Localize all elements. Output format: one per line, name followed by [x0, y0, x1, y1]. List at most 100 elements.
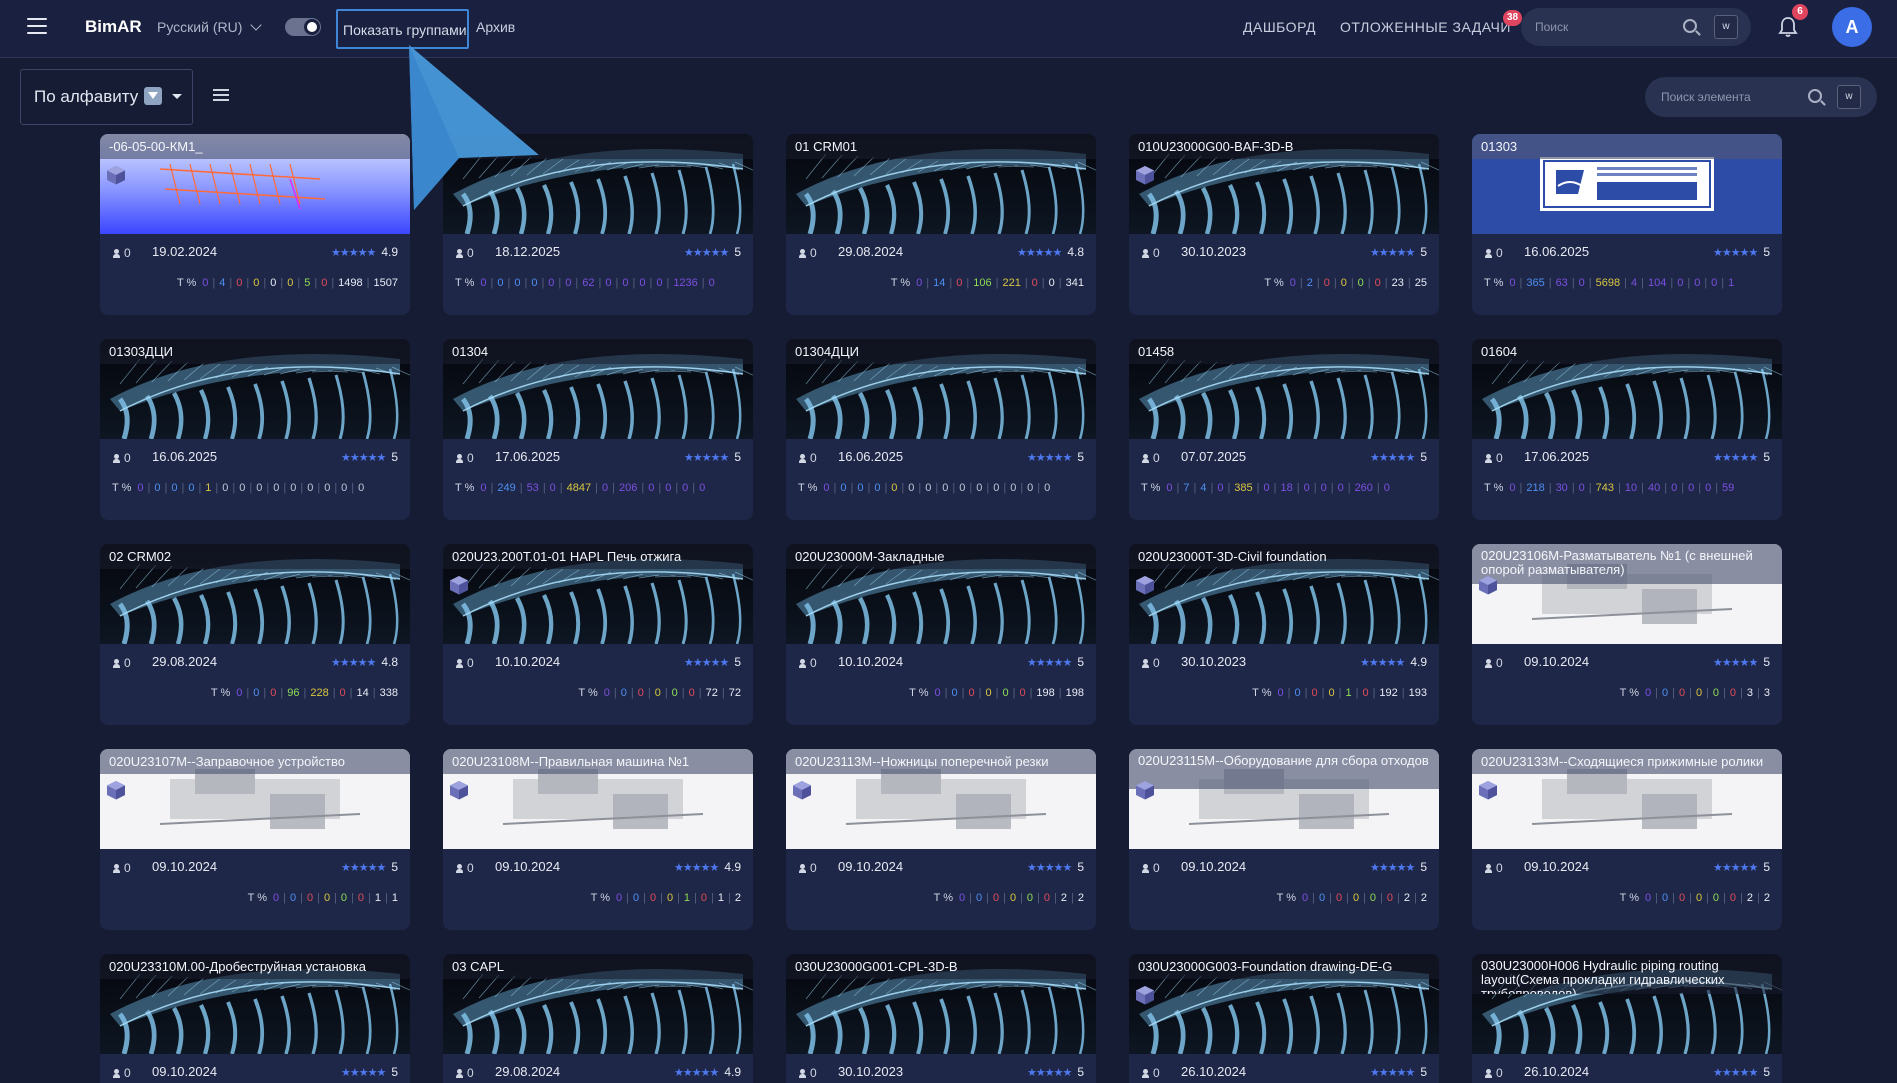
stat-value: 0 — [1335, 892, 1343, 904]
stat-value: 0 — [497, 277, 504, 289]
card-users: 0 — [1485, 246, 1503, 260]
3d-model-icon — [1136, 166, 1154, 185]
language-select[interactable]: Русский (RU) — [157, 19, 263, 35]
star-rating-icon: ★★★★★ — [331, 657, 376, 669]
search-mode-button[interactable]: w — [1714, 15, 1738, 39]
project-card[interactable]: 020U23108M--Правильная машина №1 0 09.10.2… — [443, 749, 753, 930]
stat-value: 0 — [323, 892, 331, 904]
card-date: 16.06.2025 — [838, 449, 904, 464]
stat-value: 0 — [639, 277, 646, 289]
theme-toggle[interactable] — [285, 18, 321, 36]
stat-value: 0 — [823, 482, 830, 494]
project-card[interactable]: 03 CAPL 0 29.08.2024 ★★★★★ 4.9 — [443, 954, 753, 1083]
archive-link[interactable]: Архив — [476, 19, 515, 35]
card-date: 30.10.2023 — [1181, 244, 1247, 259]
project-card[interactable]: 020U23113M--Ножницы поперечной резки 0 09.… — [786, 749, 1096, 930]
stat-value: 0 — [951, 687, 958, 699]
stat-value: 0 — [357, 892, 365, 904]
stat-value: 0 — [637, 687, 644, 699]
stat-value: 0 — [188, 482, 195, 494]
sort-direction-icon — [144, 87, 163, 105]
project-card[interactable]: 020U23000T-3D-Civil foundation 0 30.10.202… — [1129, 544, 1439, 725]
users-count: 0 — [810, 451, 817, 465]
search-icon[interactable] — [1808, 89, 1822, 103]
card-stats: T % 0 | 0 | 0 | 0 | 0 | 0 | 2 | 2 — [933, 892, 1084, 904]
card-rating: ★★★★★ 5 — [1713, 860, 1770, 874]
stat-value: 218 — [1526, 482, 1545, 494]
card-title: 020U23108M--Правильная машина №1 — [443, 749, 753, 774]
user-avatar[interactable]: A — [1832, 7, 1872, 47]
3d-model-icon — [1479, 576, 1497, 595]
project-card[interactable]: -06-05-00-КМ1_ 0 19.02.2024 ★★★★★ 4.9 T % 0 | 4 |… — [100, 134, 410, 315]
stat-value: 1498 — [338, 277, 363, 289]
element-search-mode-button[interactable]: w — [1837, 85, 1861, 109]
project-card[interactable]: 010U23000G00-BAF-3D-B 0 30.10.2023 ★★★★★ 5 T … — [1129, 134, 1439, 315]
stats-label: T % — [909, 687, 929, 699]
deferred-tasks-link[interactable]: ОТЛОЖЕННЫЕ ЗАДАЧИ — [1340, 19, 1511, 35]
stats-label: T % — [176, 277, 197, 289]
user-icon — [456, 1069, 463, 1078]
search-input[interactable] — [1535, 17, 1675, 37]
3d-model-icon — [450, 576, 468, 595]
project-card[interactable]: 01604 0 17.06.2025 ★★★★★ 5 T % 0 | 218 | 30 | 0 | 743 |… — [1472, 339, 1782, 520]
menu-icon[interactable] — [27, 18, 47, 34]
project-card[interactable]: 030U23000G003-Foundation drawing-DE-G 0 26… — [1129, 954, 1439, 1083]
app-logo[interactable]: BimAR — [85, 17, 142, 37]
star-rating-icon: ★★★★★ — [341, 862, 386, 874]
stats-label: T % — [210, 687, 231, 699]
stat-value: 0 — [256, 482, 263, 494]
rating-value: 5 — [1763, 655, 1770, 669]
project-card[interactable]: 01458 0 07.07.2025 ★★★★★ 5 T % 0 | 7 | 4 | 0 | 385 | 0 | 1… — [1129, 339, 1439, 520]
project-card[interactable]: 030U23000H006 Hydraulic piping routing l… — [1472, 954, 1782, 1083]
stat-value: 0 — [603, 687, 610, 699]
stat-value: 0 — [1578, 482, 1585, 494]
card-stats: T % 0 | 0 | 0 | 0 | 1 | 0 | 1 | 2 — [590, 892, 741, 904]
card-users: 0 — [113, 656, 131, 670]
project-card[interactable]: 020U23.200T.01-01 HAPL Печь отжига 0 10.10… — [443, 544, 753, 725]
project-card[interactable]: 02 CRM02 0 29.08.2024 ★★★★★ 4.8 T % 0 | 0 | 0 | 96 | 2… — [100, 544, 410, 725]
search-icon[interactable] — [1683, 19, 1697, 33]
project-card[interactable]: 020U23133M--Сходящиеся прижимные ролики 0… — [1472, 749, 1782, 930]
stat-value: 0 — [857, 482, 864, 494]
card-title: 020U23106M-Разматыватель №1 (с внешней о… — [1472, 544, 1782, 584]
stat-value: 0 — [1340, 277, 1347, 289]
project-card[interactable]: 01303ДЦИ 0 16.06.2025 ★★★★★ 5 T % 0 | 0 | 0 | 0 | 1 | 0 |… — [100, 339, 410, 520]
project-card[interactable]: 020U23106M-Разматыватель №1 (с внешней о… — [1472, 544, 1782, 725]
stat-value: 40 — [1647, 482, 1661, 494]
project-card[interactable]: 020U23310M.00-Дробеструйная установка 0 09… — [100, 954, 410, 1083]
stats-label: T % — [890, 277, 911, 289]
project-card[interactable]: 01303 0 16.06.2025 ★★★★★ 5 T % 0 | 365 | 63 | 0 | 5698… — [1472, 134, 1782, 315]
project-card[interactable]: 020U23115M--Оборудование для сбора отход… — [1129, 749, 1439, 930]
star-rating-icon: ★★★★★ — [1713, 1067, 1758, 1079]
dashboard-link[interactable]: ДАШБОРД — [1243, 19, 1316, 35]
card-date: 07.07.2025 — [1181, 449, 1247, 464]
project-card[interactable]: 020U23107M--Заправочное устройство 0 09.10… — [100, 749, 410, 930]
stat-value: 4 — [219, 277, 226, 289]
moon-icon — [304, 19, 320, 35]
stat-value: 0 — [1002, 687, 1009, 699]
stat-value: 0 — [925, 482, 932, 494]
bell-icon[interactable] — [1778, 16, 1798, 38]
project-card[interactable]: 020U23000M-Закладные 0 10.10.2024 ★★★★★ 5 T %… — [786, 544, 1096, 725]
stat-value: 249 — [497, 482, 516, 494]
stat-value: 62 — [582, 277, 595, 289]
list-view-icon[interactable] — [213, 89, 229, 102]
stat-value: 0 — [620, 687, 627, 699]
project-card[interactable]: 01 CRM01 0 29.08.2024 ★★★★★ 4.8 T % 0 | 14 | 0 | 106… — [786, 134, 1096, 315]
star-rating-icon: ★★★★★ — [674, 1067, 719, 1079]
card-title: 01303 — [1472, 134, 1782, 159]
stat-value: 1 — [391, 892, 398, 904]
card-stats: T % 0 | 218 | 30 | 0 | 743 | 10 | 40 | 0 | 0 | 0 | 59 — [1484, 482, 1735, 494]
project-card[interactable]: 030U23000G001-CPL-3D-B 0 30.10.2023 ★★★★★ 5 — [786, 954, 1096, 1083]
user-icon — [113, 1069, 120, 1078]
stat-value: 0 — [1357, 277, 1364, 289]
element-search-input[interactable] — [1661, 87, 1811, 107]
stat-value: 0 — [1263, 482, 1270, 494]
3d-model-icon — [107, 781, 125, 800]
card-stats: T % 0 | 0 | 0 | 0 | 0 | 0 | 2 | 2 — [1276, 892, 1427, 904]
project-card[interactable]: 01304ДЦИ 0 16.06.2025 ★★★★★ 5 T % 0 | 0 | 0 | 0 | 0 | 0 |… — [786, 339, 1096, 520]
sort-dropdown[interactable]: По алфавиту — [20, 69, 193, 125]
project-card[interactable]: 01304 0 17.06.2025 ★★★★★ 5 T % 0 | 249 | 53 | 0 | 4847… — [443, 339, 753, 520]
stat-value: 1 — [374, 892, 382, 904]
3d-model-icon — [107, 166, 125, 185]
